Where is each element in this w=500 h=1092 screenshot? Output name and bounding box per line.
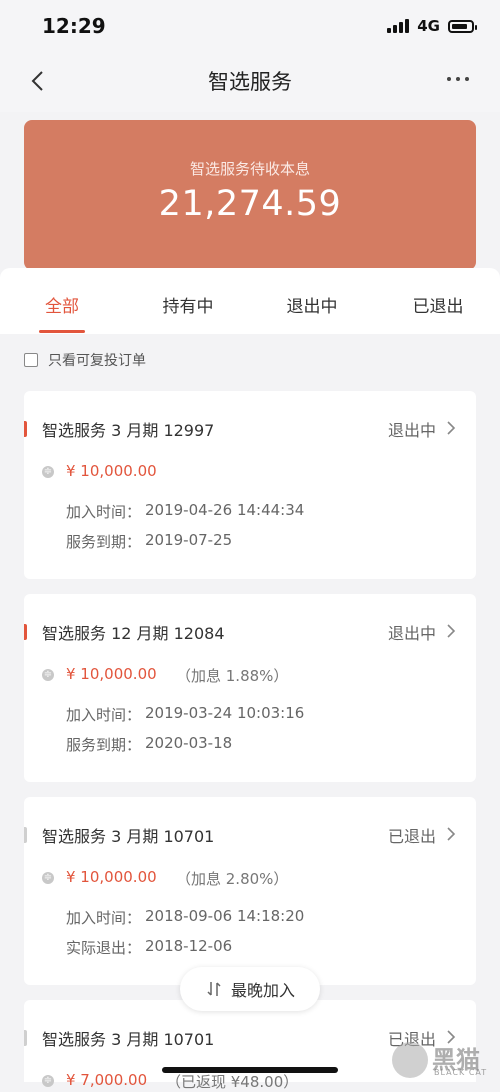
order-amount: ¥ 10,000.00 xyxy=(66,665,157,683)
join-time-label: 加入时间： xyxy=(66,909,142,927)
order-status: 退出中 xyxy=(387,624,436,643)
order-title: 智选服务 3 月期 12997 xyxy=(42,421,215,440)
network-label: 4G xyxy=(417,17,440,35)
status-marker xyxy=(24,827,27,843)
order-status: 已退出 xyxy=(387,827,436,846)
watermark-sub: BLACK CAT xyxy=(434,1068,488,1077)
tab-exiting[interactable]: 退出中 xyxy=(262,292,362,317)
interest-bonus: （加息 1.88%） xyxy=(176,667,289,685)
sort-label: 最晚加入 xyxy=(230,981,295,1000)
tab-holding[interactable]: 持有中 xyxy=(138,292,238,317)
order-title: 智选服务 3 月期 10701 xyxy=(42,1030,215,1049)
coin-icon: ≑ xyxy=(42,872,54,884)
join-time-value: 2019-04-26 14:44:34 xyxy=(145,501,305,519)
more-icon[interactable] xyxy=(438,64,478,94)
chevron-right-icon[interactable] xyxy=(444,623,458,639)
summary-label: 智选服务待收本息 xyxy=(189,160,310,178)
end-date-value: 2019-07-25 xyxy=(145,531,233,549)
interest-bonus: （加息 2.80%） xyxy=(176,870,289,888)
nav-bar: 智选服务 xyxy=(0,54,500,112)
coin-icon: ≑ xyxy=(42,466,54,478)
sort-icon xyxy=(207,982,221,996)
status-indicators: 4G xyxy=(387,17,477,35)
coin-icon: ≑ xyxy=(42,1075,54,1087)
summary-value: 21,274.59 xyxy=(158,184,342,224)
end-date-value: 2020-03-18 xyxy=(145,734,233,752)
order-amount: ¥ 7,000.00 xyxy=(66,1071,148,1089)
home-indicator[interactable] xyxy=(162,1067,338,1073)
summary-card: 智选服务待收本息 21,274.59 xyxy=(24,120,476,270)
status-marker xyxy=(24,421,27,437)
join-time-label: 加入时间： xyxy=(66,503,142,521)
chevron-right-icon[interactable] xyxy=(444,420,458,436)
status-marker xyxy=(24,624,27,640)
sort-button[interactable]: 最晚加入 xyxy=(180,967,320,1011)
exit-date-value: 2018-12-06 xyxy=(145,937,233,955)
end-date-label: 服务到期： xyxy=(66,736,142,754)
join-time-label: 加入时间： xyxy=(66,706,142,724)
signal-icon xyxy=(387,19,410,33)
watermark-logo: 黑猫 BLACK CAT xyxy=(388,1038,500,1082)
order-card[interactable]: 智选服务 3 月期 10701 已退出 ≑ ¥ 10,000.00 （加息 2.… xyxy=(24,797,476,985)
cat-logo-icon xyxy=(392,1042,428,1078)
tab-bar: 全部 持有中 退出中 已退出 xyxy=(0,268,500,334)
filter-label: 只看可复投订单 xyxy=(48,353,146,369)
order-card[interactable]: 智选服务 3 月期 12997 退出中 ≑ ¥ 10,000.00 加入时间： … xyxy=(24,391,476,579)
order-card[interactable]: 智选服务 12 月期 12084 退出中 ≑ ¥ 10,000.00 （加息 1… xyxy=(24,594,476,782)
status-marker xyxy=(24,1030,27,1046)
tab-exited[interactable]: 已退出 xyxy=(388,292,488,317)
join-time-value: 2018-09-06 14:18:20 xyxy=(145,907,305,925)
exit-date-label: 实际退出： xyxy=(66,939,142,957)
battery-icon xyxy=(448,19,477,33)
chevron-right-icon[interactable] xyxy=(444,826,458,842)
coin-icon: ≑ xyxy=(42,669,54,681)
order-title: 智选服务 3 月期 10701 xyxy=(42,827,215,846)
join-time-value: 2019-03-24 10:03:16 xyxy=(145,704,305,722)
checkbox-icon[interactable] xyxy=(24,353,38,367)
filter-reinvestable[interactable]: 只看可复投订单 xyxy=(24,350,146,370)
status-time: 12:29 xyxy=(42,14,106,38)
status-bar: 12:29 4G xyxy=(0,0,500,54)
tab-all[interactable]: 全部 xyxy=(12,292,112,317)
order-amount: ¥ 10,000.00 xyxy=(66,462,157,480)
order-status: 退出中 xyxy=(387,421,436,440)
tab-underline xyxy=(39,330,85,333)
page-title: 智选服务 xyxy=(208,70,292,94)
order-title: 智选服务 12 月期 12084 xyxy=(42,624,225,643)
order-amount: ¥ 10,000.00 xyxy=(66,868,157,886)
end-date-label: 服务到期： xyxy=(66,533,142,551)
